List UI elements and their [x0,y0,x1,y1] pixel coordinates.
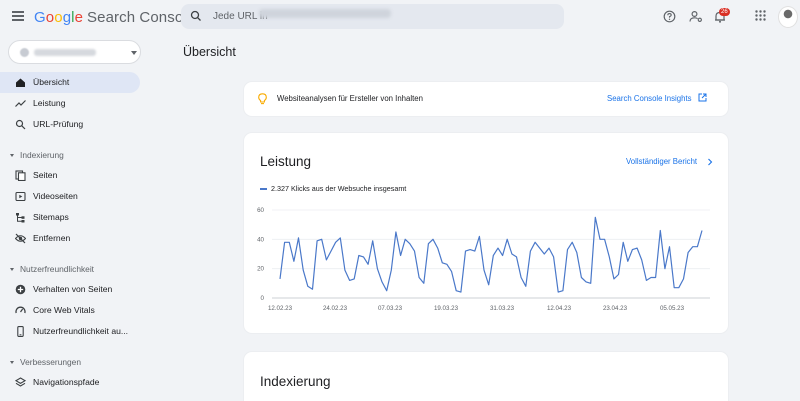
top-app-bar: Google Search Console Jede URL in 26 [0,0,800,34]
sidebar-item-pages[interactable]: Seiten [0,165,140,186]
insights-description: Websiteanalysen für Ersteller von Inhalt… [277,94,423,103]
indexing-title: Indexierung [260,374,331,389]
remove-visibility-icon [15,233,26,244]
apps-icon[interactable] [755,10,766,21]
y-tick-label: 0 [261,295,265,302]
pages-icon [15,170,26,181]
page-experience-icon [15,284,26,295]
sidebar-item-removals[interactable]: Entfernen [0,228,140,249]
x-tick-label: 31.03.23 [490,305,515,312]
video-icon [15,191,26,202]
x-tick-label: 12.04.23 [547,305,572,312]
section-experience[interactable]: Nutzerfreundlichkeit [10,264,94,274]
redacted-property-name [259,9,391,18]
series-line-clicks [279,216,703,293]
lightbulb-icon [258,93,267,105]
chart-legend: 2.327 Klicks aus der Websuche insgesamt [260,184,406,193]
sidebar-item-performance[interactable]: Leistung [0,93,140,114]
insights-banner: Websiteanalysen für Ersteller von Inhalt… [244,82,728,116]
property-selector[interactable] [8,40,141,64]
full-report-link[interactable]: Vollständiger Bericht [626,157,697,166]
sidebar-item-page-experience[interactable]: Verhalten von Seiten [0,279,140,300]
redacted-property-label [34,49,96,56]
y-tick-label: 60 [257,207,264,214]
x-tick-label: 12.02.23 [268,305,293,312]
hamburger-menu-icon[interactable] [12,11,24,21]
search-icon [15,119,26,130]
sidebar-item-core-web-vitals[interactable]: Core Web Vitals [0,300,140,321]
sidebar-item-mobile-usability[interactable]: Nutzerfreundlichkeit au... [0,321,140,342]
notification-badge: 26 [719,8,730,16]
account-avatar[interactable] [778,6,798,28]
legend-swatch [260,188,267,191]
search-console-logo[interactable]: Google Search Console [34,9,195,26]
search-icon [190,10,201,21]
layers-icon [15,377,26,387]
sidebar-item-overview[interactable]: Übersicht [0,72,140,93]
section-indexing[interactable]: Indexierung [10,150,64,160]
x-tick-label: 05.05.23 [660,305,685,312]
home-icon [16,78,25,87]
speed-gauge-icon [15,306,26,314]
legend-label: 2.327 Klicks aus der Websuche insgesamt [271,184,407,193]
chevron-down-icon [131,51,137,55]
sidebar-item-sitemaps[interactable]: Sitemaps [0,207,140,228]
chevron-right-icon[interactable] [707,158,713,166]
chevron-down-icon [10,268,14,272]
open-in-new-icon[interactable] [698,93,707,102]
chevron-down-icon [10,361,14,365]
mobile-icon [17,326,24,337]
x-tick-label: 07.03.23 [378,305,403,312]
sitemap-icon [16,213,25,223]
section-enhancements[interactable]: Verbesserungen [10,357,81,367]
clicks-line-chart: 0 20 40 60 12.02.23 24.02.23 07.03.23 19.03.23 3… [257,207,710,312]
product-name: Search Console [87,9,196,26]
help-icon[interactable] [663,10,676,23]
x-tick-label: 19.03.23 [434,305,459,312]
trending-up-icon [15,100,26,107]
y-tick-label: 20 [257,266,264,273]
performance-title: Leistung [260,154,312,169]
search-console-insights-link[interactable]: Search Console Insights [607,94,692,103]
manage-users-icon[interactable] [689,10,703,23]
sidebar-item-breadcrumbs[interactable]: Navigationspfade [0,372,140,393]
x-tick-label: 23.04.23 [603,305,628,312]
sidebar-item-url-inspection[interactable]: URL-Prüfung [0,114,140,135]
x-tick-label: 24.02.23 [323,305,348,312]
property-favicon [20,48,29,57]
page-title: Übersicht [183,45,236,59]
sidebar-item-video-pages[interactable]: Videoseiten [0,186,140,207]
chevron-down-icon [10,154,14,158]
performance-card: Leistung Vollständiger Bericht 2.327 Kli… [244,133,728,333]
indexing-card: Indexierung [244,352,728,401]
y-tick-label: 40 [257,236,264,243]
